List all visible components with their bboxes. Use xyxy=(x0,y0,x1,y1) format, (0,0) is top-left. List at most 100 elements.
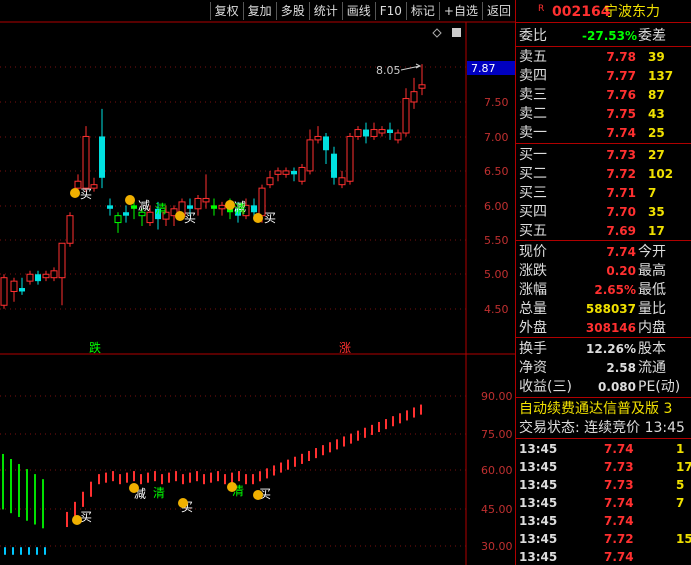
row-volume: 7 xyxy=(648,186,657,200)
trade-status: 交易状态: 连续竞价 13:45 xyxy=(516,419,691,437)
quote-row: 涨跌 0.20 最高 xyxy=(516,262,691,280)
main-y-tick: 7.00 xyxy=(484,131,509,144)
row-value: 2.58 xyxy=(606,361,636,375)
row-value: 12.26% xyxy=(586,342,636,356)
candle xyxy=(218,201,226,216)
indicator-bar xyxy=(357,430,359,441)
quote-row: 涨幅 2.65% 最低 xyxy=(516,281,691,299)
tick-volume: 1 xyxy=(676,442,685,456)
tick-price: 7.74 xyxy=(604,514,634,528)
indicator-bar xyxy=(294,456,296,467)
quote-row: 换手 12.26% 股本 xyxy=(516,340,691,358)
indicator-bar xyxy=(350,433,352,444)
row-value: 7.74 xyxy=(606,126,636,140)
toolbar-item[interactable]: 多股 xyxy=(275,2,309,20)
toolbar-item[interactable]: 复权 xyxy=(209,2,243,20)
row-value: 7.72 xyxy=(606,167,636,181)
quote-row: 买五 7.69 17 xyxy=(516,222,691,240)
toolbar-item[interactable]: +自选 xyxy=(438,2,482,20)
candle xyxy=(323,133,329,165)
row-volume: 35 xyxy=(648,205,665,219)
main-y-tick: 5.50 xyxy=(484,234,509,247)
window-toggle-icon[interactable] xyxy=(452,28,461,37)
indicator-bar xyxy=(90,481,92,497)
promo-banner[interactable]: 自动续费通达信普及版 3 xyxy=(516,400,691,418)
tick-time: 13:45 xyxy=(519,496,558,510)
candle xyxy=(202,174,210,209)
toolbar-item[interactable]: 标记 xyxy=(405,2,439,20)
tick-time: 13:45 xyxy=(519,442,558,456)
hand-pointer-icon xyxy=(175,211,185,221)
sub-signal-marker: 买 xyxy=(80,510,92,524)
indicator-bar xyxy=(2,453,4,510)
indicator-bar xyxy=(308,450,310,462)
toolbar-item[interactable]: 画线 xyxy=(341,2,375,20)
quote-row: 买三 7.71 7 xyxy=(516,184,691,202)
indicator-bar xyxy=(266,468,268,479)
row-volume: 87 xyxy=(648,88,665,102)
row-label: 卖三 xyxy=(519,87,547,103)
row-label: 净资 xyxy=(519,360,547,376)
tick-time: 13:45 xyxy=(519,460,558,474)
toolbar-item[interactable]: 返回 xyxy=(481,2,515,20)
row-label: 买三 xyxy=(519,185,547,201)
candle xyxy=(394,129,402,144)
indicator-bar xyxy=(82,491,84,507)
weicha-label: 委差 xyxy=(638,28,666,44)
row-label: 卖二 xyxy=(519,106,547,122)
candle xyxy=(363,122,369,144)
promo-text[interactable]: 自动续费通达信普及版 3 xyxy=(519,400,672,418)
indicator-bar xyxy=(4,547,6,555)
row-value: 7.71 xyxy=(606,186,636,200)
row-value: 7.75 xyxy=(606,107,636,121)
sub-y-tick: 30.00 xyxy=(481,540,513,553)
candle xyxy=(123,205,129,223)
signal-marker: 买 xyxy=(80,187,92,201)
tick-price: 7.74 xyxy=(604,442,634,456)
indicator-bar xyxy=(175,471,177,482)
tick-time: 13:45 xyxy=(519,478,558,492)
toolbar-item[interactable]: F10 xyxy=(374,2,406,20)
quote-row: 卖三 7.76 87 xyxy=(516,86,691,104)
row-value: 0.20 xyxy=(606,264,636,278)
indicator-bar xyxy=(406,410,408,421)
indicator-bar xyxy=(399,413,401,424)
candle xyxy=(99,108,105,189)
sub-y-tick: 90.00 xyxy=(481,390,513,403)
indicator-bar xyxy=(34,474,36,525)
indicator-bar xyxy=(413,407,415,418)
hand-pointer-icon xyxy=(129,483,139,493)
indicator-bar xyxy=(119,474,121,485)
candle xyxy=(410,77,418,109)
row-label: 外盘 xyxy=(519,320,547,336)
price-chart-area[interactable]: 7.507.006.506.005.505.004.507.878.05买减 清买… xyxy=(0,0,515,565)
tick-row: 13:45 7.74 1 xyxy=(516,440,691,458)
indicator-bar xyxy=(161,474,163,485)
toolbar-item[interactable]: 统计 xyxy=(308,2,342,20)
stock-code: 002164 xyxy=(552,4,611,20)
row-value: 7.74 xyxy=(606,245,636,259)
diamond-icon[interactable] xyxy=(432,28,442,38)
row-volume: 17 xyxy=(648,224,665,238)
indicator-bar xyxy=(287,459,289,470)
sub-y-tick: 45.00 xyxy=(481,503,513,516)
quote-row: 买一 7.73 27 xyxy=(516,146,691,164)
indicator-bar xyxy=(74,501,76,517)
row-label: 卖一 xyxy=(519,125,547,141)
indicator-bar xyxy=(147,472,149,483)
candle xyxy=(0,274,8,309)
row-volume: 27 xyxy=(648,148,665,162)
indicator-bar xyxy=(252,474,254,485)
main-y-tick: 4.50 xyxy=(484,303,509,316)
trend-tag: 跌 xyxy=(89,340,101,355)
row-volume: 43 xyxy=(648,107,665,121)
indicator-bar xyxy=(301,453,303,464)
toolbar-item[interactable]: 复加 xyxy=(242,2,276,20)
tick-time: 13:45 xyxy=(519,550,558,564)
candle xyxy=(378,126,386,137)
sub-y-tick: 75.00 xyxy=(481,428,513,441)
tick-price: 7.74 xyxy=(604,496,634,510)
trade-status-text: 交易状态: 连续竞价 13:45 xyxy=(519,420,685,436)
row-label: 现价 xyxy=(519,244,547,260)
indicator-bar xyxy=(392,416,394,427)
